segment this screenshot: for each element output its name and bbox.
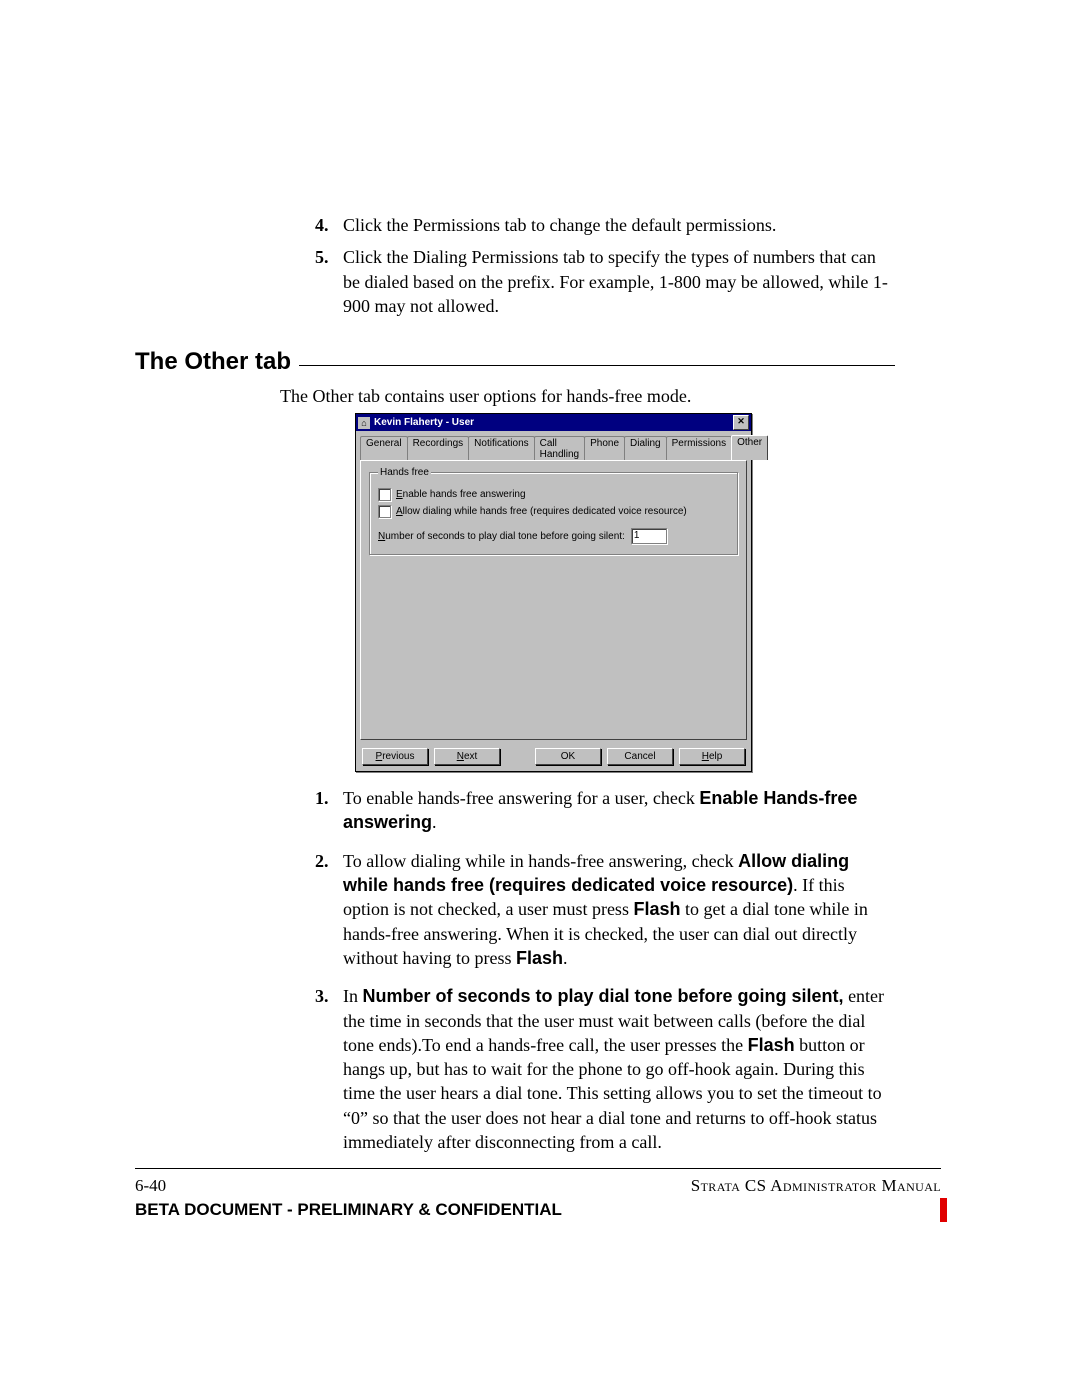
- close-button[interactable]: ✕: [733, 415, 749, 430]
- confidential-notice: BETA DOCUMENT - PRELIMINARY & CONFIDENTI…: [135, 1200, 562, 1220]
- section-heading: The Other tab: [135, 348, 895, 376]
- step-list-after: To enable hands-free answering for a use…: [315, 786, 895, 1154]
- dialog-titlebar: ⌂ Kevin Flaherty - User ✕: [356, 414, 751, 431]
- section-heading-text: The Other tab: [135, 348, 291, 376]
- heading-rule: [299, 365, 895, 366]
- ok-button[interactable]: OK: [535, 748, 601, 765]
- cancel-button[interactable]: Cancel: [607, 748, 673, 765]
- step-list-before: Click the Permissions tab to change the …: [315, 213, 895, 318]
- seconds-row: Number of seconds to play dial tone befo…: [378, 528, 729, 544]
- allow-dialing-label: Allow dialing while hands free (requires…: [396, 506, 687, 517]
- tab-call-handling[interactable]: Call Handling: [534, 436, 585, 461]
- after-step-3: In Number of seconds to play dial tone b…: [315, 984, 895, 1154]
- revision-bar: [940, 1198, 947, 1222]
- seconds-label: Number of seconds to play dial tone befo…: [378, 531, 625, 542]
- enable-hands-free-label: Enable hands free answering: [396, 489, 526, 500]
- tab-general[interactable]: General: [360, 436, 408, 461]
- dialog-title: Kevin Flaherty - User: [374, 417, 474, 428]
- dialog-buttons: Previous Next OK Cancel Help: [356, 744, 751, 771]
- step-5: Click the Dialing Permissions tab to spe…: [315, 245, 895, 318]
- after-step-1: To enable hands-free answering for a use…: [315, 786, 895, 835]
- intro-text: The Other tab contains user options for …: [280, 386, 895, 407]
- help-button[interactable]: Help: [679, 748, 745, 765]
- tab-content-other: Hands free Enable hands free answering A…: [360, 460, 747, 740]
- after-step-2: To allow dialing while in hands-free ans…: [315, 849, 895, 970]
- seconds-input[interactable]: 1: [631, 528, 667, 544]
- tab-phone[interactable]: Phone: [584, 436, 625, 461]
- manual-name: Strata CS Administrator Manual: [691, 1176, 941, 1196]
- tab-notifications[interactable]: Notifications: [468, 436, 534, 461]
- allow-dialing-row: Allow dialing while hands free (requires…: [378, 505, 729, 518]
- tab-dialing[interactable]: Dialing: [624, 436, 667, 461]
- footer: 6-40 Strata CS Administrator Manual: [135, 1176, 941, 1196]
- tab-recordings[interactable]: Recordings: [407, 436, 470, 461]
- hands-free-group: Hands free Enable hands free answering A…: [369, 467, 738, 555]
- tab-other[interactable]: Other: [731, 435, 768, 460]
- page-number: 6-40: [135, 1176, 166, 1196]
- previous-button[interactable]: Previous: [362, 748, 428, 765]
- app-icon: ⌂: [358, 417, 370, 429]
- tab-permissions[interactable]: Permissions: [666, 436, 732, 461]
- user-dialog: ⌂ Kevin Flaherty - User ✕ General Record…: [355, 413, 752, 772]
- step-4: Click the Permissions tab to change the …: [315, 213, 895, 237]
- footer-rule: [135, 1168, 941, 1169]
- allow-dialing-checkbox[interactable]: [378, 505, 391, 518]
- next-button[interactable]: Next: [434, 748, 500, 765]
- tab-bar: General Recordings Notifications Call Ha…: [356, 431, 751, 460]
- group-legend: Hands free: [378, 467, 431, 478]
- enable-hands-free-checkbox[interactable]: [378, 488, 391, 501]
- step-4-text: Click the Permissions tab to change the …: [343, 215, 776, 235]
- enable-hands-free-row: Enable hands free answering: [378, 488, 729, 501]
- step-5-text: Click the Dialing Permissions tab to spe…: [343, 247, 888, 316]
